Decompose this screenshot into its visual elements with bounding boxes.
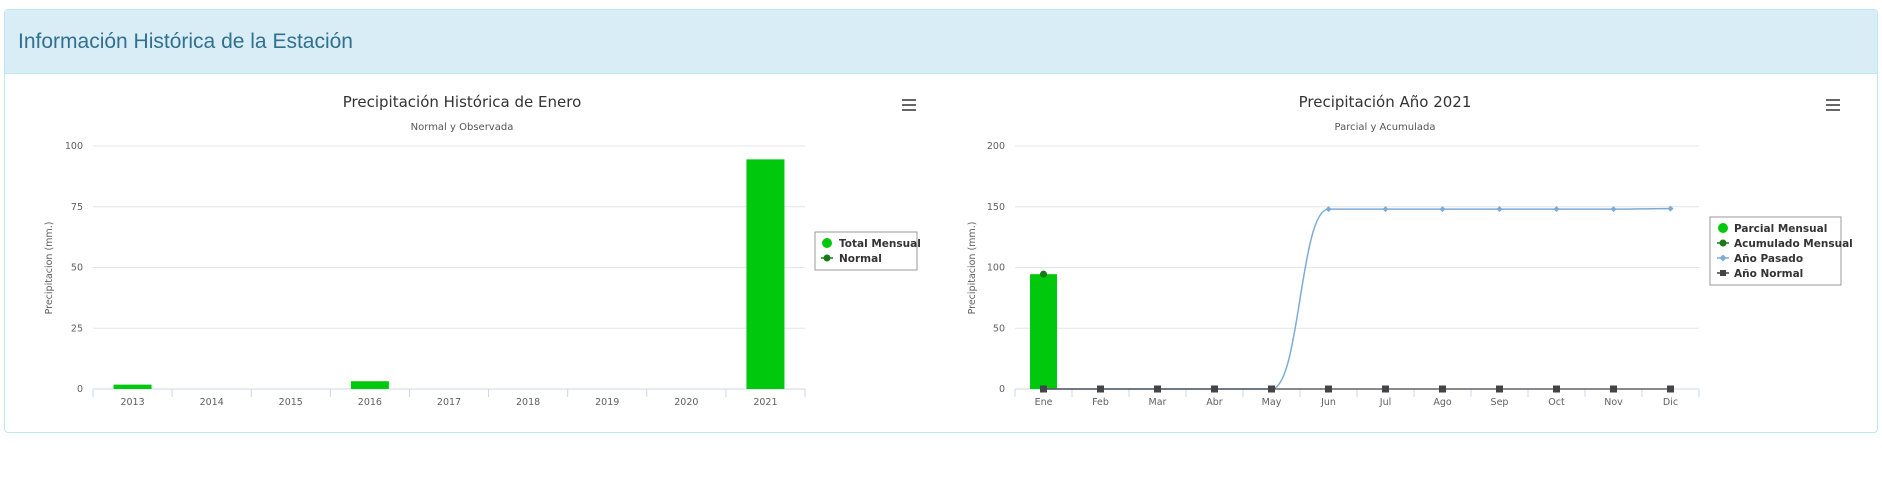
- chart2-menu-button[interactable]: [1820, 95, 1846, 115]
- x-tick-label: Mar: [1149, 397, 1167, 408]
- y-tick-label: 0: [999, 384, 1005, 395]
- x-tick-label: May: [1262, 397, 1282, 408]
- data-point: [1439, 385, 1446, 393]
- data-point: [1667, 385, 1674, 393]
- svg-text:Acumulado Mensual: Acumulado Mensual: [1734, 238, 1853, 250]
- y-tick-label: 25: [71, 323, 83, 334]
- data-point: [1040, 270, 1047, 278]
- x-tick-label: 2021: [753, 397, 777, 408]
- charts-canvas: Precipitación Histórica de Enero Normal …: [44, 93, 1853, 408]
- chart2-plot: 0 50 100 150 200 Ene Feb Mar Abr May Jun Jul Ago Sep O…: [987, 141, 1700, 408]
- svg-text:Parcial Mensual: Parcial Mensual: [1734, 223, 1827, 235]
- data-point: [1268, 385, 1275, 393]
- data-point: [1610, 385, 1617, 393]
- y-tick-label: 100: [65, 141, 83, 152]
- y-tick-label: 200: [987, 141, 1005, 152]
- x-tick-label: Ago: [1433, 397, 1452, 408]
- chart1-legend: Total Mensual Normal: [814, 231, 921, 271]
- x-tick-label: 2016: [358, 397, 382, 408]
- chart2-subtitle: Parcial y Acumulada: [1334, 122, 1435, 133]
- data-point: [1553, 385, 1560, 393]
- bar: [746, 159, 785, 389]
- y-tick-label: 100: [987, 263, 1005, 274]
- x-tick-label: Ene: [1035, 397, 1053, 408]
- svg-text:Año Pasado: Año Pasado: [1734, 253, 1803, 265]
- chart1-subtitle: Normal y Observada: [411, 122, 514, 133]
- data-point: [1325, 385, 1332, 393]
- y-tick-label: 50: [71, 263, 83, 274]
- x-tick-label: Jun: [1320, 397, 1336, 408]
- x-tick-label: Sep: [1491, 397, 1509, 408]
- chart1-title: Precipitación Histórica de Enero: [343, 93, 582, 111]
- x-tick-label: 2018: [516, 397, 540, 408]
- svg-text:Total Mensual: Total Mensual: [839, 238, 921, 250]
- chart2-ylabel: Precipitacion (mm.): [967, 222, 978, 315]
- y-tick-label: 75: [71, 202, 83, 213]
- data-point: [1382, 385, 1389, 393]
- x-tick-label: Oct: [1548, 397, 1565, 408]
- y-tick-label: 0: [77, 384, 83, 395]
- chart1-ylabel: Precipitacion (mm.): [44, 222, 55, 315]
- data-point: [1097, 385, 1104, 393]
- chart2-legend: Parcial Mensual Acumulado Mensual Año Pa…: [1709, 216, 1853, 286]
- y-tick-label: 50: [993, 323, 1005, 334]
- x-tick-label: Nov: [1604, 397, 1623, 408]
- x-tick-label: 2013: [120, 397, 144, 408]
- svg-text:Normal: Normal: [839, 253, 882, 265]
- bar: [1030, 274, 1057, 389]
- data-point: [1211, 385, 1218, 393]
- x-tick-label: Abr: [1206, 397, 1223, 408]
- bar: [350, 381, 389, 389]
- legend-item-acumulado-mensual[interactable]: Acumulado Mensual: [1717, 238, 1853, 250]
- svg-text:Año Normal: Año Normal: [1734, 268, 1803, 280]
- series-line: [1043, 207, 1671, 390]
- chart1-menu-button[interactable]: [896, 95, 922, 115]
- y-tick-label: 150: [987, 202, 1005, 213]
- hamburger-menu-icon: [1826, 99, 1840, 101]
- x-tick-label: 2017: [437, 397, 461, 408]
- x-tick-label: Dic: [1663, 397, 1678, 408]
- x-tick-label: Feb: [1092, 397, 1109, 408]
- bar: [113, 384, 152, 389]
- legend-item-parcial-mensual[interactable]: Parcial Mensual: [1718, 223, 1827, 235]
- x-tick-label: Jul: [1379, 397, 1391, 408]
- chart1-plot: 0 25 50 75 100 2013 2014 2015 2016 2017 2018 2019 20…: [65, 141, 806, 408]
- x-tick-label: 2014: [200, 397, 224, 408]
- x-tick-label: 2019: [595, 397, 619, 408]
- data-point: [1496, 385, 1503, 393]
- data-point: [1040, 385, 1047, 393]
- x-tick-label: 2020: [674, 397, 698, 408]
- hamburger-menu-icon: [902, 99, 916, 101]
- data-point: [1154, 385, 1161, 393]
- x-tick-label: 2015: [279, 397, 303, 408]
- chart2-title: Precipitación Año 2021: [1299, 93, 1472, 111]
